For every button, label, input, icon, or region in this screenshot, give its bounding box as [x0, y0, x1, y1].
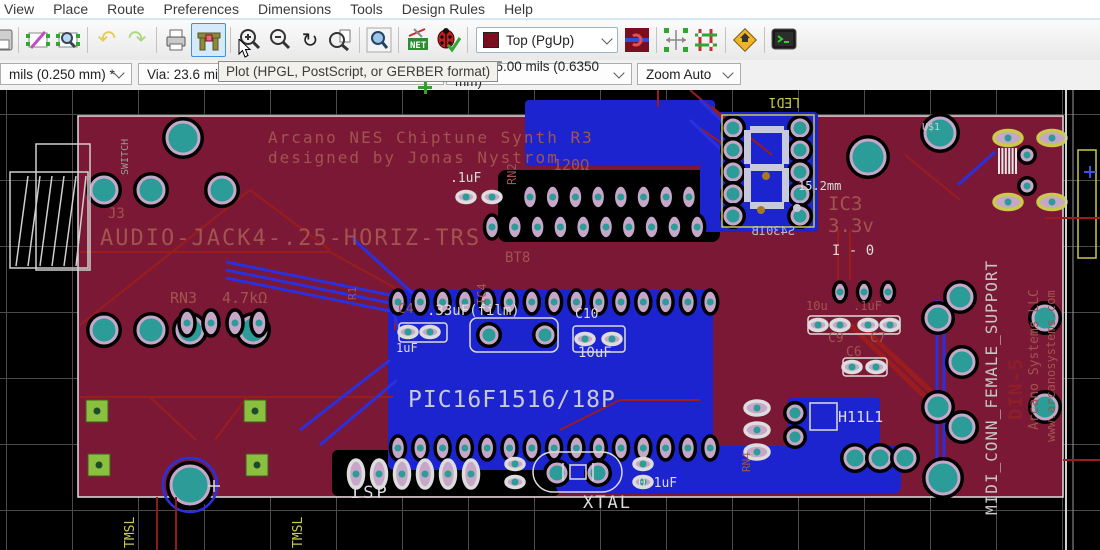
- u1-label: U$1: [922, 122, 940, 133]
- separator: [467, 27, 468, 53]
- grid-toggle-icon[interactable]: [691, 24, 721, 56]
- layer-selector-value: Top (PgUp): [506, 33, 574, 48]
- options-toolbar: mils (0.250 mm) * Via: 23.6 mils (0.60 G…: [0, 60, 1100, 91]
- led1-label: LED1: [769, 94, 800, 109]
- drc-check-icon[interactable]: [433, 24, 463, 56]
- ic3-value: 3.3v: [828, 215, 874, 237]
- footprint-browser-icon[interactable]: [53, 24, 83, 56]
- midi-support-label: MIDI_CONN_FEMALE_SUPPORT: [982, 260, 1001, 515]
- plot-icon[interactable]: [191, 23, 226, 57]
- read-netlist-icon[interactable]: NET: [403, 24, 433, 56]
- io-marks: I - 0: [832, 243, 874, 259]
- ic3-label: IC3: [828, 193, 862, 215]
- separator: [398, 27, 399, 53]
- c10-value: 10uF: [578, 345, 612, 361]
- separator: [725, 27, 726, 53]
- rn3-label: RN3: [170, 289, 197, 307]
- redraw-icon[interactable]: ↻: [295, 24, 325, 56]
- c-1uf-value: .1uF: [450, 171, 481, 186]
- cap-1uf-label: .1uF: [853, 299, 882, 313]
- rn2-value: 120Ω: [553, 156, 589, 174]
- track-width-select[interactable]: mils (0.250 mm) *: [0, 63, 132, 85]
- bt8-label: BT8: [505, 250, 530, 266]
- chevron-down-icon: [613, 67, 624, 78]
- menu-place[interactable]: Place: [47, 1, 101, 17]
- c4-value: .33uF(film): [427, 303, 520, 319]
- c6-label: C6: [846, 345, 862, 360]
- menu-help[interactable]: Help: [498, 1, 546, 17]
- zoom-out-icon[interactable]: [265, 24, 295, 56]
- ic4-label: IC4: [475, 283, 489, 305]
- separator: [230, 27, 231, 53]
- separator: [359, 27, 360, 53]
- tmsl-label-1: TMSL: [123, 517, 138, 548]
- din5-label: DIN-5: [1005, 358, 1027, 420]
- plot-tooltip: Plot (HPGL, PostScript, or GERBER format…: [218, 61, 498, 82]
- svg-text:NET: NET: [410, 41, 427, 51]
- c4-label: C4: [398, 302, 414, 317]
- menu-preferences[interactable]: Preferences: [157, 1, 251, 17]
- seg-model-label: S4301B: [752, 224, 795, 238]
- c10-label: C10: [575, 307, 598, 322]
- cap10u-label: 10u: [806, 299, 828, 313]
- chevron-down-icon: [601, 33, 612, 44]
- pcb-editor-window: View Place Route Preferences Dimensions …: [0, 0, 1100, 550]
- tmsl-label-2: TMSL: [291, 517, 306, 548]
- r1-label: R1: [346, 287, 359, 300]
- swap-layer-icon[interactable]: [622, 24, 652, 56]
- show-ratsnest-icon[interactable]: [661, 24, 691, 56]
- website-label: www.arcanosystems.com: [1044, 290, 1058, 442]
- chevron-down-icon: [722, 67, 733, 78]
- zoom-select[interactable]: Zoom Auto: [637, 63, 741, 85]
- print-icon[interactable]: [161, 24, 191, 56]
- save-icon[interactable]: [0, 24, 14, 56]
- main-toolbar: ↶ ↷ ↻ NET Top: [0, 20, 1100, 61]
- seg-height-label: 15.2mm: [798, 179, 841, 193]
- module-editor-icon[interactable]: [23, 24, 53, 56]
- redo-icon[interactable]: ↷: [122, 24, 152, 56]
- zoom-in-icon[interactable]: [235, 24, 265, 56]
- rn3-value: 4.7kΩ: [222, 289, 267, 307]
- find-icon[interactable]: [364, 24, 394, 56]
- separator: [764, 27, 765, 53]
- scripting-console-icon[interactable]: [769, 24, 799, 56]
- undo-icon[interactable]: ↶: [92, 24, 122, 56]
- chevron-down-icon: [113, 67, 124, 78]
- c3-value: 0.1uF: [638, 476, 677, 491]
- h11l1-label: H11L1: [838, 408, 883, 426]
- j3-label: J3: [108, 206, 125, 222]
- grid-origin-marker: [418, 80, 432, 94]
- switch-label: SWITCH: [120, 139, 131, 175]
- isp-label: ISP: [350, 483, 390, 503]
- pic-label: PIC16F1516/18P: [408, 387, 616, 413]
- menu-design-rules[interactable]: Design Rules: [396, 1, 498, 17]
- autoroute-icon[interactable]: [730, 24, 760, 56]
- layer-selector[interactable]: Top (PgUp): [476, 27, 618, 53]
- separator: [18, 27, 19, 53]
- company-label: Arcano Systems LLC: [1027, 289, 1042, 430]
- menu-view[interactable]: View: [0, 1, 47, 17]
- xtal-label: XTAL: [583, 493, 632, 513]
- menu-tools[interactable]: Tools: [344, 1, 396, 17]
- separator: [156, 27, 157, 53]
- layer-color-swatch: [483, 32, 499, 48]
- zoom-fit-icon[interactable]: [325, 24, 355, 56]
- c7-label: C7: [870, 331, 886, 346]
- menu-route[interactable]: Route: [101, 1, 157, 17]
- rn4-label: RN4: [740, 452, 753, 472]
- c1uf-value: 1uF: [396, 341, 418, 355]
- board-title: Arcano NES Chiptune Synth R3: [268, 128, 594, 147]
- separator: [656, 27, 657, 53]
- pcb-canvas[interactable]: Arcano NES Chiptune Synth R3 designed by…: [0, 90, 1100, 550]
- audio-jack-label: AUDIO-JACK4-.25-HORIZ-TRS: [100, 226, 481, 251]
- c9-label: C9: [828, 331, 844, 346]
- menu-bar: View Place Route Preferences Dimensions …: [0, 0, 1100, 20]
- separator: [87, 27, 88, 53]
- rn2-label: RN2: [505, 163, 519, 185]
- menu-dimensions[interactable]: Dimensions: [252, 1, 344, 17]
